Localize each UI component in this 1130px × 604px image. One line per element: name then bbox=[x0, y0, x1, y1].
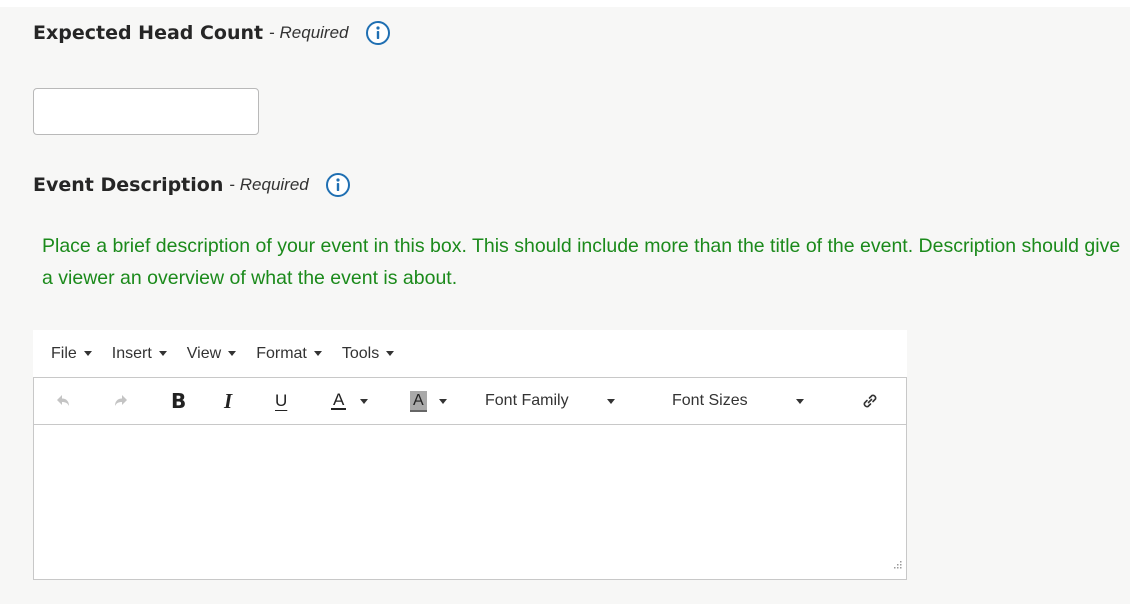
caret-down-icon bbox=[83, 351, 92, 356]
text-color-icon: A bbox=[331, 390, 347, 410]
menu-file[interactable]: File bbox=[51, 345, 104, 363]
caret-down-icon bbox=[795, 398, 804, 404]
undo-icon[interactable] bbox=[54, 378, 72, 424]
link-icon[interactable] bbox=[859, 378, 881, 424]
event-description-help-text: Place a brief description of your event … bbox=[42, 235, 1121, 289]
top-edge bbox=[0, 0, 1130, 7]
menu-tools[interactable]: Tools bbox=[342, 345, 406, 363]
event-description-required: - Required bbox=[229, 175, 309, 194]
text-color-button[interactable]: A bbox=[331, 378, 369, 424]
event-description-label-text: Event Description bbox=[33, 174, 224, 196]
caret-down-icon bbox=[360, 398, 369, 404]
editor-toolbar: B I U A A Font Family Font Sizes bbox=[33, 378, 907, 425]
background-color-icon: A bbox=[410, 390, 427, 412]
rich-text-editor: File Insert View Format Tools B I U A A bbox=[33, 330, 907, 580]
font-family-select[interactable]: Font Family bbox=[485, 378, 615, 424]
caret-down-icon bbox=[313, 351, 322, 356]
caret-down-icon bbox=[158, 351, 167, 356]
bold-button[interactable]: B bbox=[171, 378, 186, 424]
menu-format[interactable]: Format bbox=[256, 345, 334, 363]
resize-handle-icon[interactable] bbox=[891, 558, 903, 576]
italic-button[interactable]: I bbox=[224, 378, 232, 424]
event-description-label: Event Description - Required bbox=[33, 170, 351, 200]
caret-down-icon bbox=[386, 351, 395, 356]
info-circle-icon[interactable] bbox=[365, 20, 391, 46]
caret-down-icon bbox=[606, 398, 615, 404]
editor-menubar: File Insert View Format Tools bbox=[33, 330, 907, 378]
caret-down-icon bbox=[438, 398, 447, 404]
info-circle-icon[interactable] bbox=[325, 172, 351, 198]
caret-down-icon bbox=[228, 351, 237, 356]
head-count-input[interactable] bbox=[33, 88, 259, 135]
menu-insert[interactable]: Insert bbox=[112, 345, 179, 363]
redo-icon[interactable] bbox=[112, 378, 130, 424]
background-color-button[interactable]: A bbox=[410, 378, 447, 424]
head-count-required: - Required bbox=[269, 23, 349, 42]
head-count-label: Expected Head Count - Required bbox=[33, 18, 391, 48]
head-count-label-text: Expected Head Count bbox=[33, 22, 264, 44]
font-size-select[interactable]: Font Sizes bbox=[672, 378, 804, 424]
editor-content-area[interactable] bbox=[33, 425, 907, 580]
menu-view[interactable]: View bbox=[187, 345, 248, 363]
underline-button[interactable]: U bbox=[275, 378, 287, 424]
